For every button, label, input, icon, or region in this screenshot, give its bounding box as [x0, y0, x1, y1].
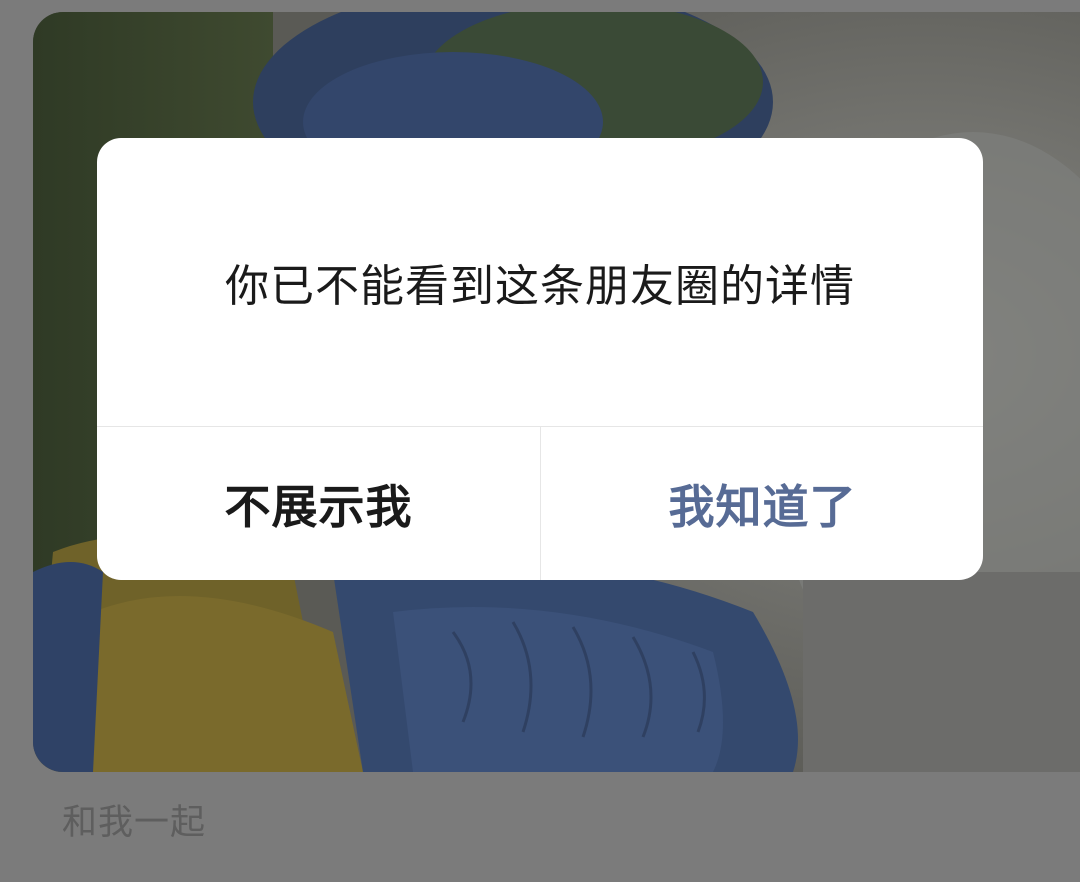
hide-me-button[interactable]: 不展示我 — [97, 427, 540, 580]
dialog-message: 你已不能看到这条朋友圈的详情 — [225, 261, 855, 312]
alert-dialog: 你已不能看到这条朋友圈的详情 不展示我 我知道了 — [97, 138, 983, 580]
got-it-button[interactable]: 我知道了 — [541, 427, 983, 580]
moments-post-screen: 和我一起 你已不能看到这条朋友圈的详情 不展示我 我知道了 — [0, 0, 1080, 882]
post-caption: 和我一起 — [62, 803, 207, 843]
